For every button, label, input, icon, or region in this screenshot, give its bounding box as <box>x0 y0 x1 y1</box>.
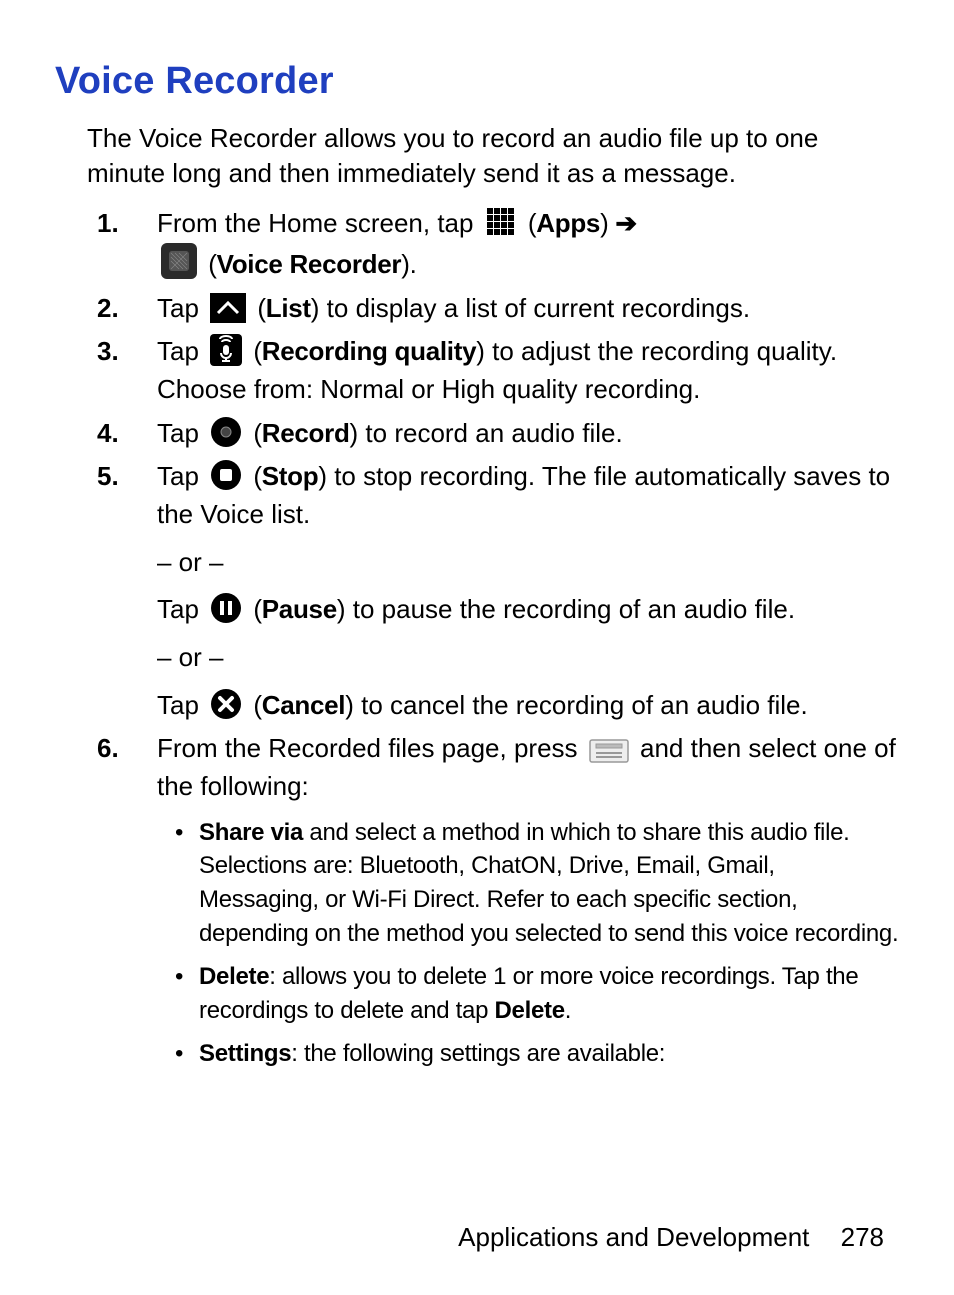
pause-label: Pause <box>262 594 337 624</box>
share-via-text: and select a method in which to share th… <box>199 819 898 947</box>
step-4-text-2: ) to record an audio file. <box>350 418 623 448</box>
step-1-paren-close: ) <box>600 208 615 238</box>
settings-label: Settings <box>199 1040 291 1067</box>
bullet-share-via: Share via and select a method in which t… <box>175 816 899 950</box>
step-1-text-1: From the Home screen, tap <box>157 208 481 238</box>
footer-section: Applications and Development <box>458 1222 809 1252</box>
cancel-label: Cancel <box>262 690 345 720</box>
stop-label: Stop <box>262 461 319 491</box>
voice-recorder-app-icon <box>161 243 197 279</box>
step-6-text-1: From the Recorded files page, press <box>157 733 585 763</box>
pause-icon <box>210 592 242 624</box>
step-5-text-4: ) to pause the recording of an audio fil… <box>337 594 795 624</box>
cancel-icon <box>210 688 242 720</box>
step-5-or-2: – or – <box>157 639 899 677</box>
page-title: Voice Recorder <box>55 60 899 103</box>
step-6-bullets: Share via and select a method in which t… <box>157 816 899 1071</box>
step-2: Tap (List) to display a list of current … <box>97 290 899 328</box>
apps-grid-icon <box>485 206 517 238</box>
delete-label-2: Delete <box>495 997 565 1024</box>
step-5: Tap (Stop) to stop recording. The file a… <box>97 458 899 724</box>
list-label: List <box>266 293 311 323</box>
delete-label: Delete <box>199 963 269 990</box>
footer-page-number: 278 <box>841 1222 884 1252</box>
step-5-text-1: Tap <box>157 461 206 491</box>
step-5-text-6: ) to cancel the recording of an audio fi… <box>345 690 808 720</box>
step-5-text-5: Tap <box>157 690 206 720</box>
apps-label: Apps <box>536 208 600 238</box>
step-3: Tap (Recording quality) to adjust the re… <box>97 333 899 408</box>
step-4: Tap (Record) to record an audio file. <box>97 415 899 453</box>
step-4-paren-open: ( <box>253 418 261 448</box>
step-3-paren-open: ( <box>253 336 261 366</box>
step-5-paren3-open: ( <box>253 690 261 720</box>
step-5-or-1: – or – <box>157 544 899 582</box>
settings-text: : the following settings are available: <box>291 1040 665 1067</box>
stop-icon <box>210 459 242 491</box>
delete-text-2: . <box>565 997 571 1024</box>
step-2-text-1: Tap <box>157 293 206 323</box>
page-footer: Applications and Development 278 <box>458 1222 884 1253</box>
step-1-paren2-open: ( <box>208 249 216 279</box>
step-2-text-2: ) to display a list of current recording… <box>311 293 750 323</box>
recording-quality-label: Recording quality <box>262 336 476 366</box>
intro-text: The Voice Recorder allows you to record … <box>55 121 899 191</box>
arrow-right-icon: ➔ <box>615 208 637 238</box>
step-4-text-1: Tap <box>157 418 206 448</box>
share-via-label: Share via <box>199 819 303 846</box>
record-icon <box>210 416 242 448</box>
step-1-paren2-close: ). <box>401 249 416 279</box>
recording-quality-icon <box>210 334 242 366</box>
step-2-paren-open: ( <box>257 293 265 323</box>
bullet-delete: Delete: allows you to delete 1 or more v… <box>175 960 899 1027</box>
list-up-icon <box>210 293 246 323</box>
step-1: From the Home screen, tap ( Apps) ➔ <box>97 205 899 283</box>
menu-key-icon <box>589 739 629 763</box>
step-3-text-1: Tap <box>157 336 206 366</box>
step-6: From the Recorded files page, press and … <box>97 730 899 1071</box>
bullet-settings: Settings: the following settings are ava… <box>175 1037 899 1071</box>
voice-recorder-label: Voice Recorder <box>217 249 402 279</box>
step-5-paren-open: ( <box>253 461 261 491</box>
steps-list: From the Home screen, tap ( Apps) ➔ <box>55 205 899 1071</box>
step-5-text-3: Tap <box>157 594 206 624</box>
record-label: Record <box>262 418 350 448</box>
step-5-paren2-open: ( <box>253 594 261 624</box>
